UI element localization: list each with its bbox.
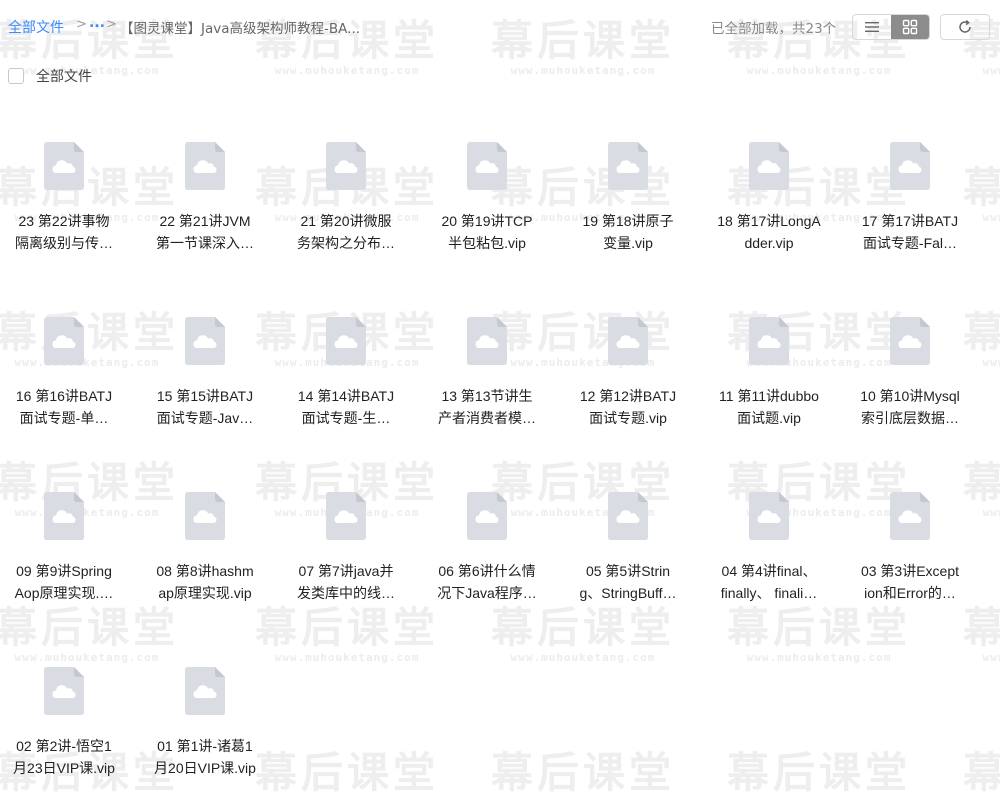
cloud-file-icon xyxy=(608,317,648,365)
file-name: 20 第19讲TCP 半包粘包.vip xyxy=(424,210,550,254)
file-name: 12 第12讲BATJ 面试专题.vip xyxy=(565,385,691,429)
file-name-line: 02 第2讲-悟空1 xyxy=(16,738,112,754)
cloud-file-icon xyxy=(185,667,225,715)
file-name-line: 23 第22讲事物 xyxy=(18,213,110,229)
file-name-line: 月20日VIP课.vip xyxy=(154,760,256,776)
file-name: 05 第5讲Strin g、StringBuff… xyxy=(565,560,691,604)
file-name-line: dder.vip xyxy=(744,235,794,251)
file-name: 07 第7讲java并 发类库中的线… xyxy=(283,560,409,604)
file-name-line: Aop原理实现.… xyxy=(14,585,114,601)
cloud-file-icon xyxy=(467,142,507,190)
file-name-line: 03 第3讲Except xyxy=(860,563,960,579)
file-name-line: 务架构之分布… xyxy=(297,235,395,251)
file-name-line: 04 第4讲final、 xyxy=(721,563,817,579)
file-name-line: 21 第20讲微服 xyxy=(300,213,392,229)
cloud-file-icon xyxy=(467,492,507,540)
file-name-line: 08 第8讲hashm xyxy=(156,563,254,579)
cloud-file-icon xyxy=(749,492,789,540)
file-name-line: 09 第9讲Spring xyxy=(16,563,112,579)
cloud-file-icon xyxy=(326,142,366,190)
file-name-line: 22 第21讲JVM xyxy=(159,213,251,229)
file-name-line: 况下Java程序… xyxy=(437,585,537,601)
file-name: 10 第10讲Mysql 索引底层数据… xyxy=(847,385,973,429)
file-name-line: 17 第17讲BATJ xyxy=(861,213,959,229)
cloud-file-icon xyxy=(608,142,648,190)
file-name-line: 12 第12讲BATJ xyxy=(579,388,677,404)
file-name: 08 第8讲hashm ap原理实现.vip xyxy=(142,560,268,604)
file-name-line: 07 第7讲java并 xyxy=(298,563,394,579)
cloud-file-icon xyxy=(185,142,225,190)
file-name-line: 第一节课深入… xyxy=(156,235,254,251)
file-name: 18 第17讲LongA dder.vip xyxy=(706,210,832,254)
cloud-file-icon xyxy=(326,492,366,540)
file-name-line: 16 第16讲BATJ xyxy=(15,388,113,404)
file-name: 17 第17讲BATJ 面试专题-Fal… xyxy=(847,210,973,254)
file-name-line: g、StringBuff… xyxy=(579,585,677,601)
file-name-line: 索引底层数据… xyxy=(861,410,959,426)
cloud-file-icon xyxy=(749,142,789,190)
file-name-line: 变量.vip xyxy=(603,235,653,251)
file-name: 21 第20讲微服 务架构之分布… xyxy=(283,210,409,254)
file-name: 23 第22讲事物 隔离级别与传… xyxy=(1,210,127,254)
cloud-file-icon xyxy=(185,317,225,365)
file-name-line: 13 第13节讲生 xyxy=(441,388,533,404)
file-name-line: 18 第17讲LongA xyxy=(717,213,821,229)
file-name-line: 面试专题-生… xyxy=(301,410,391,426)
file-name: 16 第16讲BATJ 面试专题-单… xyxy=(1,385,127,429)
file-name-line: 面试专题-Jav… xyxy=(156,410,254,426)
file-name-line: finally、 finali… xyxy=(720,585,818,601)
file-name-line: 06 第6讲什么情 xyxy=(438,563,536,579)
file-name-line: ion和Error的… xyxy=(864,585,956,601)
file-name: 14 第14讲BATJ 面试专题-生… xyxy=(283,385,409,429)
cloud-file-icon xyxy=(44,492,84,540)
cloud-file-icon xyxy=(890,142,930,190)
file-name-line: 隔离级别与传… xyxy=(15,235,113,251)
file-name-line: 19 第18讲原子 xyxy=(582,213,674,229)
file-name: 11 第11讲dubbo 面试题.vip xyxy=(706,385,832,429)
file-name-line: 01 第1讲-诸葛1 xyxy=(157,738,253,754)
cloud-file-icon xyxy=(890,317,930,365)
cloud-file-icon xyxy=(44,142,84,190)
file-name-line: 产者消费者模… xyxy=(438,410,536,426)
file-name-line: 11 第11讲dubbo xyxy=(719,388,819,404)
file-name-line: 14 第14讲BATJ xyxy=(297,388,395,404)
file-grid: 23 第22讲事物 隔离级别与传… 22 第21讲JVM 第一节课深入… 21 第20讲… xyxy=(0,0,1000,798)
file-name: 02 第2讲-悟空1 月23日VIP课.vip xyxy=(1,735,127,779)
file-name-line: 面试专题-Fal… xyxy=(862,235,958,251)
file-name-line: 面试专题-单… xyxy=(19,410,109,426)
file-name: 06 第6讲什么情 况下Java程序… xyxy=(424,560,550,604)
file-name: 13 第13节讲生 产者消费者模… xyxy=(424,385,550,429)
file-name-line: 20 第19讲TCP xyxy=(441,213,533,229)
file-name-line: 面试专题.vip xyxy=(589,410,667,426)
file-name: 19 第18讲原子 变量.vip xyxy=(565,210,691,254)
cloud-file-icon xyxy=(749,317,789,365)
file-name-line: 15 第15讲BATJ xyxy=(156,388,254,404)
file-name-line: 半包粘包.vip xyxy=(448,235,526,251)
file-name: 22 第21讲JVM 第一节课深入… xyxy=(142,210,268,254)
cloud-file-icon xyxy=(326,317,366,365)
file-name-line: ap原理实现.vip xyxy=(158,585,252,601)
file-name-line: 面试题.vip xyxy=(737,410,801,426)
cloud-file-icon xyxy=(44,317,84,365)
file-name-line: 月23日VIP课.vip xyxy=(13,760,115,776)
file-name: 04 第4讲final、 finally、 finali… xyxy=(706,560,832,604)
file-name: 01 第1讲-诸葛1 月20日VIP课.vip xyxy=(142,735,268,779)
cloud-file-icon xyxy=(44,667,84,715)
file-name-line: 发类库中的线… xyxy=(297,585,395,601)
file-name-line: 10 第10讲Mysql xyxy=(860,388,960,404)
file-name: 03 第3讲Except ion和Error的… xyxy=(847,560,973,604)
cloud-file-icon xyxy=(608,492,648,540)
file-name-line: 05 第5讲Strin xyxy=(585,563,671,579)
cloud-file-icon xyxy=(467,317,507,365)
file-name: 09 第9讲Spring Aop原理实现.… xyxy=(1,560,127,604)
cloud-file-icon xyxy=(185,492,225,540)
file-name: 15 第15讲BATJ 面试专题-Jav… xyxy=(142,385,268,429)
cloud-file-icon xyxy=(890,492,930,540)
